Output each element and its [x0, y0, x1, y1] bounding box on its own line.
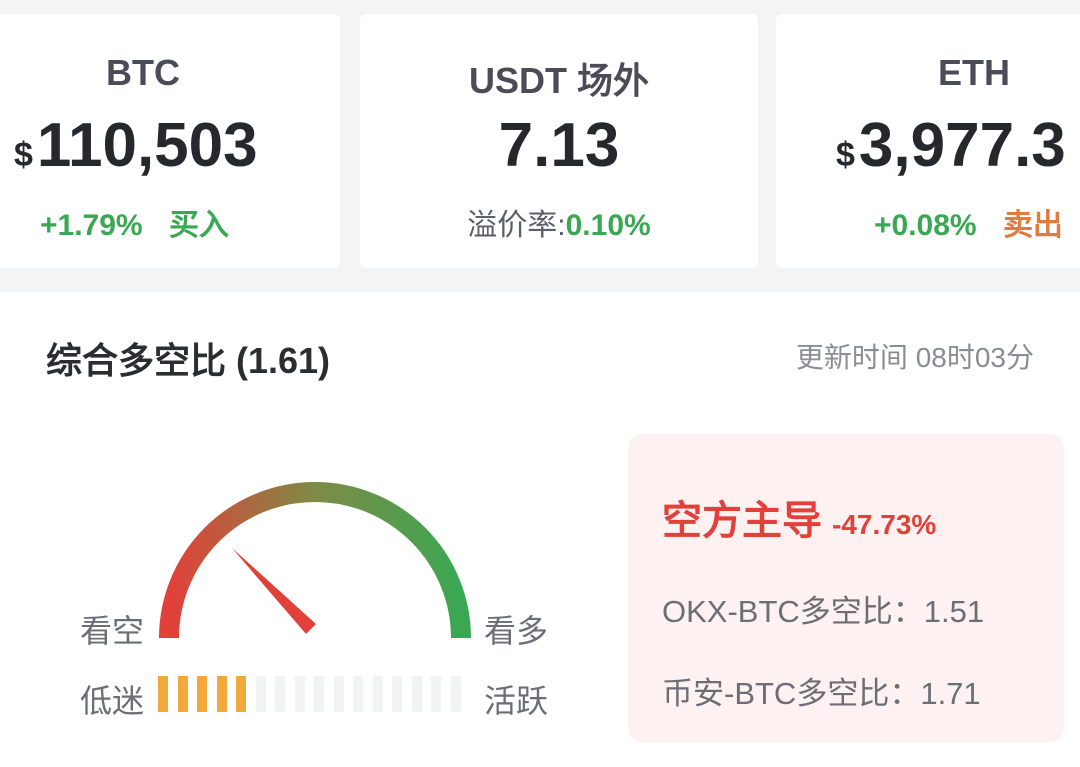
usdt-premium-value: 0.10% [565, 209, 651, 242]
activity-meter [158, 676, 470, 712]
eth-sell-signal: 卖出 [1002, 209, 1063, 242]
update-time: 更新时间 08时03分 [795, 342, 1034, 373]
panel-title: 综合多空比 (1.61) [46, 340, 331, 381]
sentiment-gauge [159, 482, 471, 639]
dominance-percent: -47.73% [832, 509, 937, 540]
activity-bar [451, 676, 461, 712]
usdt-symbol: USDT 场外 [468, 60, 649, 101]
gauge-arc [159, 482, 471, 639]
low-activity-label: 低迷 [80, 683, 145, 719]
dominance-label: 空方主导 [662, 499, 822, 543]
usdt-premium-label: 溢价率: [467, 209, 566, 242]
btc-buy-signal: 买入 [168, 209, 229, 242]
activity-bar [373, 676, 383, 712]
activity-bar [392, 676, 402, 712]
btc-symbol: BTC [106, 52, 180, 93]
high-activity-label: 活跃 [484, 683, 549, 719]
activity-bar [334, 676, 344, 712]
eth-price-value: 3,977.3 [858, 111, 1066, 180]
activity-bar [275, 676, 285, 712]
activity-bar [158, 676, 168, 712]
activity-bar [256, 676, 266, 712]
btc-currency: $ [14, 136, 33, 174]
dominance-summary: 空方主导 -47.73% OKX-BTC多空比：1.51 币安-BTC多空比：1.… [628, 434, 1064, 742]
bearish-label: 看空 [80, 613, 145, 649]
btc-price: $110,503 [0, 110, 340, 181]
activity-bar [353, 676, 363, 712]
eth-price: $3,977.3 [776, 110, 1080, 181]
eth-symbol: ETH [938, 52, 1010, 93]
btc-change-row: +1.79% 买入 [0, 200, 340, 244]
dominance-row: 空方主导 -47.73% [662, 488, 936, 546]
gauge-needle [232, 548, 316, 634]
activity-bar [217, 676, 227, 712]
activity-bar [412, 676, 422, 712]
eth-ticker-card[interactable]: ETH $3,977.3 +0.08% 卖出 [776, 14, 1080, 268]
usdt-ticker-card[interactable]: USDT 场外 7.13 溢价率:0.10% [360, 14, 758, 268]
bullish-label: 看多 [484, 613, 549, 649]
btc-price-value: 110,503 [36, 111, 258, 180]
activity-bar [236, 676, 246, 712]
btc-change: +1.79% [40, 209, 143, 242]
eth-change: +0.08% [874, 209, 977, 242]
long-short-panel: 综合多空比 (1.61) 更新时间 08时03分 看空 看多 低迷 活跃 空方主… [0, 292, 1080, 767]
okx-ratio: OKX-BTC多空比：1.51 [662, 594, 985, 629]
usdt-price: 7.13 [498, 111, 620, 180]
ticker-row: BTC $110,503 +1.79% 买入 USDT 场外 7.13 溢价率:… [0, 0, 1080, 290]
activity-bar [178, 676, 188, 712]
eth-currency: $ [836, 136, 855, 174]
activity-bar [197, 676, 207, 712]
activity-bar [295, 676, 305, 712]
eth-change-row: +0.08% 卖出 [776, 200, 1080, 244]
usdt-premium-row: 溢价率:0.10% [360, 200, 758, 244]
activity-bar [431, 676, 441, 712]
activity-bar [314, 676, 324, 712]
btc-ticker-card[interactable]: BTC $110,503 +1.79% 买入 [0, 14, 340, 268]
binance-ratio: 币安-BTC多空比：1.71 [662, 676, 981, 711]
